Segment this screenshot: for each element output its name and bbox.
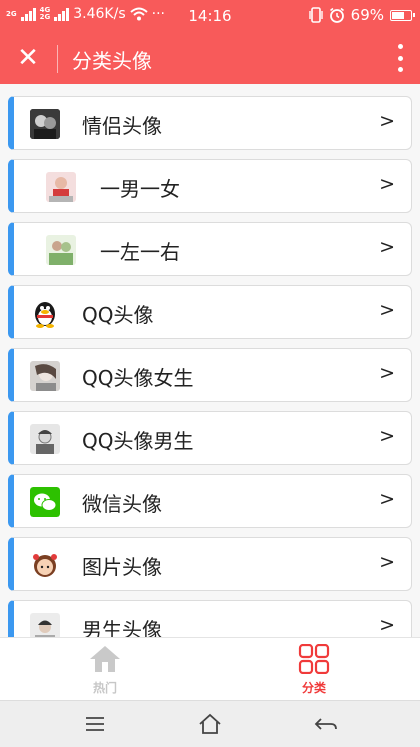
left-right-thumbnail <box>46 235 76 265</box>
category-row-boy-girl[interactable]: 一男一女 > <box>8 159 412 213</box>
home-nav-icon[interactable] <box>195 711 225 737</box>
more-dot <box>397 44 403 49</box>
category-label: 男生头像 <box>82 618 162 637</box>
chevron-right-icon: > <box>379 551 395 573</box>
category-row-qq[interactable]: QQ头像 > <box>8 285 412 339</box>
chevron-right-icon: > <box>379 614 395 636</box>
vibrate-icon <box>308 7 323 23</box>
bottom-tab-bar: 热门 分类 <box>0 637 420 700</box>
page-title: 分类头像 <box>72 49 152 73</box>
chevron-right-icon: > <box>379 299 395 321</box>
category-label: 一左一右 <box>100 240 180 264</box>
chevron-right-icon: > <box>379 173 395 195</box>
back-icon[interactable] <box>311 711 341 737</box>
app-bar: ✕ 分类头像 <box>0 32 420 84</box>
menu-icon[interactable] <box>80 711 110 737</box>
category-row-wechat[interactable]: 微信头像 > <box>8 474 412 528</box>
category-row-boy[interactable]: 男生头像 > <box>8 600 412 637</box>
boy-girl-thumbnail <box>46 172 76 202</box>
battery-level <box>392 11 404 19</box>
category-label: 图片头像 <box>82 555 162 579</box>
category-row-qq-boy[interactable]: QQ头像男生 > <box>8 411 412 465</box>
qq-penguin-icon <box>30 298 60 328</box>
chevron-right-icon: > <box>379 236 395 258</box>
battery-percent: 69% <box>350 6 384 24</box>
battery-icon <box>390 9 415 21</box>
alarm-icon <box>329 7 344 23</box>
chevron-right-icon: > <box>379 362 395 384</box>
close-icon: ✕ <box>17 43 39 73</box>
more-dot <box>397 55 403 61</box>
category-label: 情侣头像 <box>82 114 162 138</box>
status-bar: 2G 4G 2G 3.46K/s ··· 14:16 69% <box>0 0 420 32</box>
status-right: 69% <box>308 6 415 24</box>
qq-girl-thumbnail <box>30 361 60 391</box>
category-label: QQ头像女生 <box>82 366 194 390</box>
category-row-picture[interactable]: 图片头像 > <box>8 537 412 591</box>
qq-boy-thumbnail <box>30 424 60 454</box>
boy-thumbnail <box>30 613 60 637</box>
chevron-right-icon: > <box>379 425 395 447</box>
chevron-right-icon: > <box>379 110 395 132</box>
category-label: 一男一女 <box>100 177 180 201</box>
category-list[interactable]: 情侣头像 > 一男一女 > 一左一右 > QQ头像 > QQ头像女生 > QQ头 <box>0 84 420 637</box>
cartoon-girl-icon <box>30 550 60 580</box>
couple-avatar-thumbnail <box>30 109 60 139</box>
tab-hot[interactable]: 热门 <box>75 644 135 696</box>
category-label: QQ头像男生 <box>82 429 194 453</box>
app-bar-divider <box>57 45 58 73</box>
tab-hot-label: 热门 <box>92 681 117 695</box>
category-row-qq-girl[interactable]: QQ头像女生 > <box>8 348 412 402</box>
chevron-right-icon: > <box>379 488 395 510</box>
more-menu-button[interactable] <box>394 44 406 72</box>
category-row-couple[interactable]: 情侣头像 > <box>8 96 412 150</box>
tab-category-label: 分类 <box>301 681 326 695</box>
grid-icon <box>298 643 330 675</box>
category-label: 微信头像 <box>82 492 162 516</box>
home-icon <box>90 646 120 672</box>
wechat-icon <box>30 487 60 517</box>
tab-category[interactable]: 分类 <box>284 643 344 696</box>
system-nav-bar <box>0 700 420 747</box>
category-label: QQ头像 <box>82 303 154 327</box>
close-button[interactable]: ✕ <box>12 43 44 75</box>
category-row-left-right[interactable]: 一左一右 > <box>8 222 412 276</box>
more-dot <box>397 67 403 72</box>
